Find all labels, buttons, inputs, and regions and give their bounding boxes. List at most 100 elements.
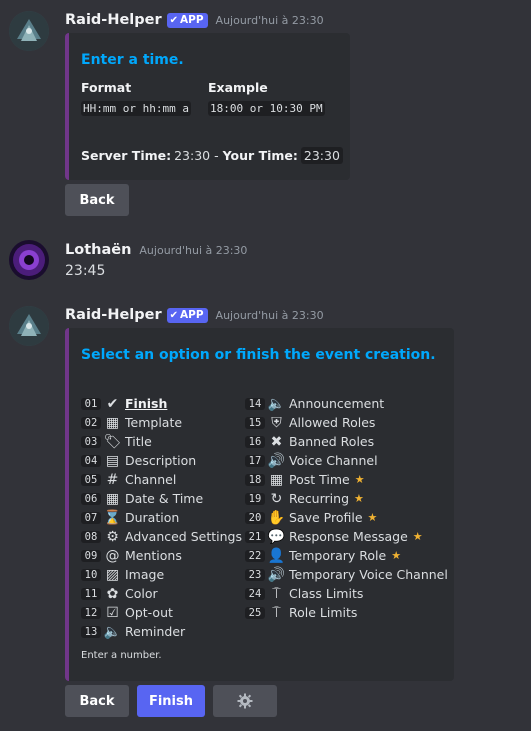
format-header: Format xyxy=(81,80,132,95)
option-number: 16 xyxy=(245,435,265,448)
option-number: 07 xyxy=(81,511,101,524)
username[interactable]: Raid-Helper xyxy=(65,12,162,28)
option-item: 01 ✔ Finish xyxy=(81,394,167,413)
option-label: Description xyxy=(125,453,197,468)
option-item: 08 ⚙ Advanced Settings xyxy=(81,527,242,546)
option-number: 14 xyxy=(245,397,265,410)
timestamp: Aujourd'hui à 23:30 xyxy=(215,308,324,322)
settings-button[interactable] xyxy=(213,685,277,717)
example-header: Example xyxy=(208,80,268,95)
option-number: 10 xyxy=(81,568,101,581)
option-item: 13 🔈 Reminder xyxy=(81,622,185,641)
timestamp: Aujourd'hui à 23:30 xyxy=(139,243,248,257)
message-header: Raid-Helper ✔ APP Aujourd'hui à 23:30 xyxy=(65,305,324,325)
format-value: HH:mm or hh:mm a xyxy=(81,101,191,116)
message-header: Raid-Helper ✔ APP Aujourd'hui à 23:30 xyxy=(65,10,324,30)
color-wheel-icon: ✿ xyxy=(106,585,119,602)
premium-star-icon: ★ xyxy=(367,511,378,524)
option-item: 07 ⌛ Duration xyxy=(81,508,179,527)
option-number: 03 xyxy=(81,435,101,448)
server-time-value: 23:30 xyxy=(174,148,211,163)
option-item: 22 👤 Temporary Role ★ xyxy=(245,546,401,565)
option-item: 19 ↻ Recurring ★ xyxy=(245,489,364,508)
your-time-label: Your Time: xyxy=(222,148,298,163)
timestamp: Aujourd'hui à 23:30 xyxy=(215,13,324,27)
recurring-icon: ↻ xyxy=(270,490,283,507)
volume-icon: 🔊 xyxy=(267,452,286,469)
option-item: 25 ⍑ Role Limits xyxy=(245,603,357,622)
back-button[interactable]: Back xyxy=(65,685,129,717)
tag-icon: 🏷 xyxy=(103,433,122,450)
gears-icon: ⚙ xyxy=(106,528,119,545)
back-button[interactable]: Back xyxy=(65,184,129,216)
premium-star-icon: ★ xyxy=(354,492,364,505)
option-label: Channel xyxy=(125,472,177,487)
username[interactable]: Raid-Helper xyxy=(65,307,162,323)
class-limit-icon: ⍑ xyxy=(272,585,281,602)
option-item: 17 🔊 Voice Channel xyxy=(245,451,378,470)
option-item: 05 # Channel xyxy=(81,470,176,489)
option-item: 10 ▨ Image xyxy=(81,565,164,584)
volume-icon: 🔊 xyxy=(267,566,286,583)
speaker-icon: 🔈 xyxy=(103,623,122,640)
option-number: 12 xyxy=(81,606,101,619)
option-item: 24 ⍑ Class Limits xyxy=(245,584,363,603)
username[interactable]: Lothaën xyxy=(65,242,131,258)
option-number: 11 xyxy=(81,587,101,600)
template-icon: ▦ xyxy=(105,414,120,431)
option-item: 02 ▦ Template xyxy=(81,413,182,432)
option-label: Duration xyxy=(125,510,180,525)
raid-helper-avatar[interactable] xyxy=(9,306,49,346)
message-header: Lothaën Aujourd'hui à 23:30 xyxy=(65,240,247,260)
option-item: 04 ▤ Description xyxy=(81,451,196,470)
app-badge: ✔ APP xyxy=(166,307,208,323)
hourglass-icon: ⌛ xyxy=(103,509,122,526)
lothaen-avatar[interactable] xyxy=(9,240,49,280)
chat-icon: 💬 xyxy=(267,528,286,545)
option-label: Color xyxy=(125,586,158,601)
option-label: Date & Time xyxy=(125,491,204,506)
embed-footer: Enter a number. xyxy=(81,650,162,661)
option-label: Role Limits xyxy=(289,605,358,620)
image-icon: ▨ xyxy=(105,566,120,583)
option-item: 09 @ Mentions xyxy=(81,546,182,565)
option-number: 09 xyxy=(81,549,101,562)
option-number: 06 xyxy=(81,492,101,505)
raid-helper-avatar[interactable] xyxy=(9,11,49,51)
option-label: Finish xyxy=(125,396,168,411)
option-label: Temporary Voice Channel xyxy=(289,567,448,582)
option-number: 05 xyxy=(81,473,101,486)
option-number: 01 xyxy=(81,397,101,410)
separator: - xyxy=(214,148,219,163)
option-label: Announcement xyxy=(289,396,385,411)
option-number: 23 xyxy=(245,568,265,581)
option-label: Temporary Role xyxy=(289,548,387,563)
option-label: Save Profile xyxy=(289,510,363,525)
option-label: Banned Roles xyxy=(289,434,375,449)
server-time-line: Server Time: 23:30 - Your Time: 23:30 xyxy=(81,147,343,164)
option-label: Image xyxy=(125,567,165,582)
option-item: 03 🏷 Title xyxy=(81,432,152,451)
at-icon: @ xyxy=(105,547,120,564)
shield-check-icon: ⛨ xyxy=(271,414,282,431)
option-item: 11 ✿ Color xyxy=(81,584,158,603)
option-item: 14 🔈 Announcement xyxy=(245,394,384,413)
option-label: Allowed Roles xyxy=(289,415,376,430)
option-label: Title xyxy=(125,434,152,449)
banned-icon: ✖ xyxy=(270,433,283,450)
hash-icon: # xyxy=(106,471,119,488)
option-number: 21 xyxy=(245,530,265,543)
option-label: Reminder xyxy=(125,624,186,639)
option-item: 12 ☑ Opt-out xyxy=(81,603,173,622)
message-text: 23:45 xyxy=(65,263,106,279)
embed-title: Enter a time. xyxy=(81,52,184,68)
option-item: 15 ⛨ Allowed Roles xyxy=(245,413,375,432)
option-item: 16 ✖ Banned Roles xyxy=(245,432,374,451)
option-number: 13 xyxy=(81,625,101,638)
premium-star-icon: ★ xyxy=(412,530,423,543)
server-time-label: Server Time: xyxy=(81,148,172,163)
option-number: 08 xyxy=(81,530,101,543)
option-number: 17 xyxy=(245,454,265,467)
premium-star-icon: ★ xyxy=(391,549,402,562)
finish-button[interactable]: Finish xyxy=(137,685,205,717)
